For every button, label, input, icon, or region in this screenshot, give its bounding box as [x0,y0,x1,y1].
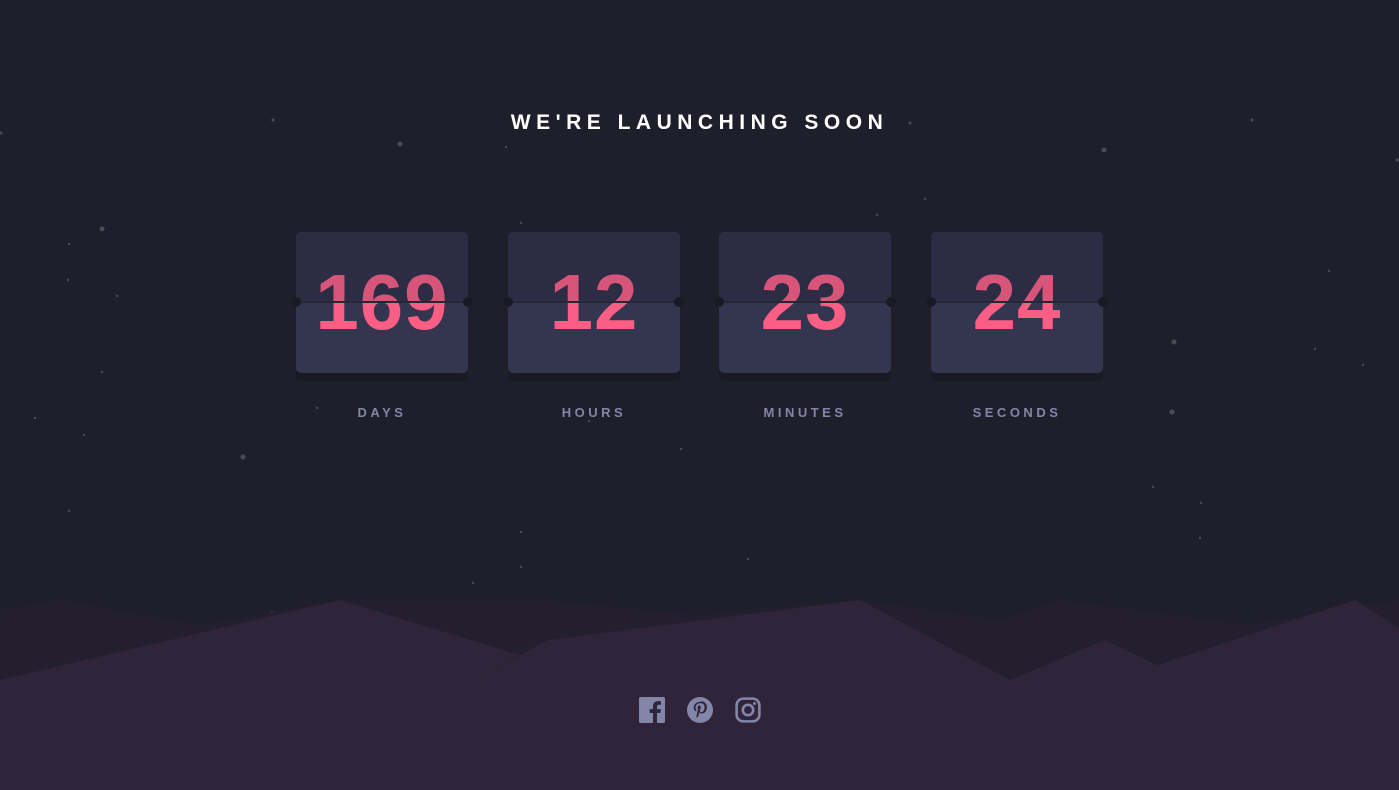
facebook-icon[interactable] [639,697,665,723]
flip-card: 12 12 [508,232,680,373]
card-notch [926,297,936,307]
minutes-label: MINUTES [763,405,847,420]
countdown-minutes: 23 23 [719,232,891,373]
instagram-icon[interactable] [735,697,761,723]
card-notch [503,297,513,307]
countdown-days: 169 169 [296,232,468,373]
card-notch [291,297,301,307]
card-notch [714,297,724,307]
seconds-label: SECONDS [972,405,1062,420]
page-title: WE'RE LAUNCHING SOON [510,111,889,134]
countdown-seconds: 24 24 [931,232,1103,373]
hours-label: HOURS [561,405,627,420]
hills-background [0,600,1399,790]
flip-card: 24 24 [931,232,1103,373]
countdown-hours: 12 12 [508,232,680,373]
card-notch [1098,297,1108,307]
flip-card: 23 23 [719,232,891,373]
card-notch [463,297,473,307]
card-notch [886,297,896,307]
pinterest-icon[interactable] [687,697,713,723]
card-notch [674,297,684,307]
flip-card: 169 169 [296,232,468,373]
days-label: DAYS [357,405,407,420]
